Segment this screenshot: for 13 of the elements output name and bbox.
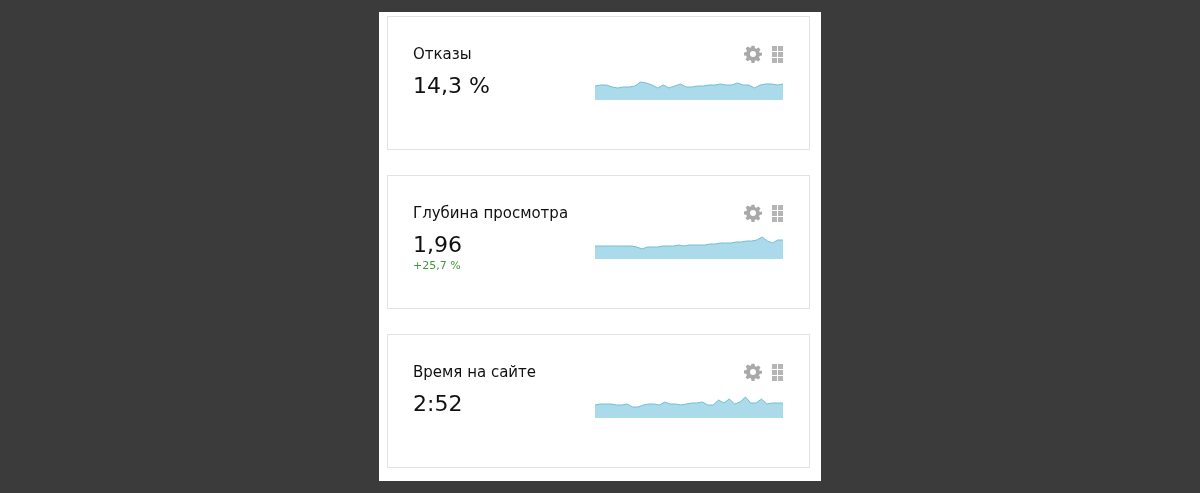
drag-handle-icon[interactable] <box>772 204 783 222</box>
metric-title: Глубина просмотра <box>413 203 569 223</box>
settings-icon[interactable] <box>744 204 762 222</box>
settings-icon[interactable] <box>744 45 762 63</box>
metric-value: 14,3 % <box>413 72 490 100</box>
drag-handle-icon[interactable] <box>772 45 783 63</box>
metric-value: 1,96 <box>413 231 463 259</box>
metric-change: +25,7 % <box>413 259 462 273</box>
drag-handle-icon[interactable] <box>772 363 783 381</box>
metric-title: Время на сайте <box>413 362 537 382</box>
metric-value: 2:52 <box>413 390 464 418</box>
metric-title: Отказы <box>413 44 473 64</box>
settings-icon[interactable] <box>744 363 762 381</box>
